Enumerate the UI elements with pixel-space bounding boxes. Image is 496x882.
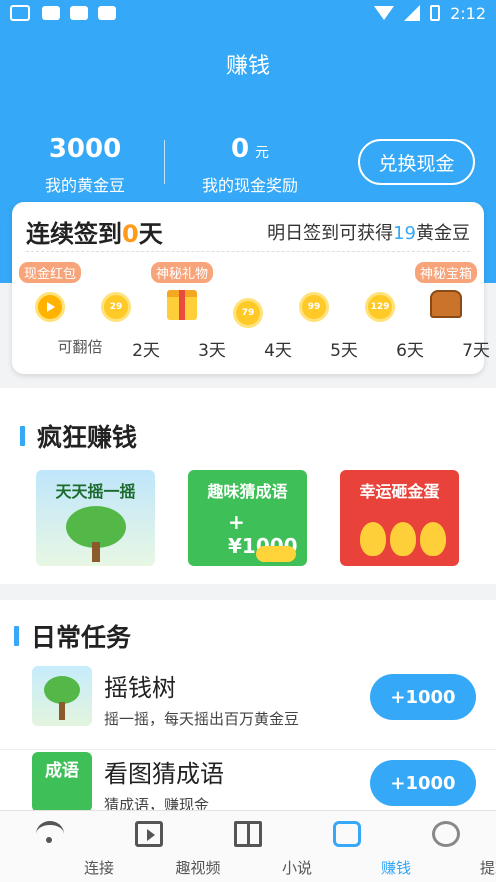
title-accent-bar <box>14 626 19 646</box>
task-description: 摇一摇，每天摇出百万黄金豆 <box>104 710 300 728</box>
nav-videos[interactable]: 趣视频 <box>99 811 221 882</box>
tomorrow-prefix: 明日签到可获得 <box>267 222 394 244</box>
thumbnail-text: 成语 <box>45 761 79 781</box>
notification-icon <box>10 5 30 21</box>
app-notification-icon <box>42 6 60 20</box>
nav-connect[interactable]: 连接 <box>0 811 114 882</box>
game-title: 幸运砸金蛋 <box>359 482 440 501</box>
money-tree-icon <box>44 676 80 704</box>
signin-day-2[interactable]: 29 2天 <box>86 262 160 366</box>
video-icon <box>134 821 163 847</box>
download-notification-icon <box>98 6 116 20</box>
gold-coin-icon: 129 <box>365 292 395 322</box>
signin-day-7[interactable]: 神秘宝箱 7天 <box>414 262 490 366</box>
signin-streak: 连续签到0天 <box>26 214 163 249</box>
gold-coin-icon: 99 <box>299 292 329 322</box>
book-icon <box>233 821 262 847</box>
section-title: 疯狂赚钱 <box>20 418 137 454</box>
streak-days: 0 <box>122 220 139 248</box>
cash-unit: 元 <box>255 145 270 161</box>
page-title: 赚钱 <box>225 54 270 79</box>
section-title-text: 日常任务 <box>31 623 132 652</box>
task-reward-button[interactable]: +1000 <box>370 760 476 806</box>
money-tree-thumbnail <box>32 666 92 726</box>
tomorrow-amount: 19 <box>393 222 416 244</box>
streak-suffix: 天 <box>138 220 163 248</box>
task-name: 摇钱树 <box>104 674 176 702</box>
cash-reward-label: 我的现金奖励 <box>201 176 298 195</box>
crazy-earn-section: 疯狂赚钱 天天摇一摇 趣味猜成语 +¥1000 幸运砸金蛋 <box>0 388 496 584</box>
task-reward-button[interactable]: +1000 <box>370 674 476 720</box>
cash-reward-value: 0 <box>230 134 250 164</box>
nav-earn[interactable]: 赚钱 <box>297 811 411 882</box>
earn-icon <box>332 821 361 847</box>
signin-card: 连续签到0天 明日签到可获得19黄金豆 现金红包 可翻倍 29 2天 神秘礼物 … <box>12 202 490 374</box>
golden-egg-icon <box>420 522 446 556</box>
wifi-icon <box>35 821 64 847</box>
daily-tasks-section: 日常任务 摇钱树 摇一摇，每天摇出百万黄金豆 +1000 成语 看图猜成语 猜成… <box>0 600 496 814</box>
signin-header: 连续签到0天 明日签到可获得19黄金豆 <box>26 212 470 252</box>
coin-stack-icon <box>256 546 296 562</box>
title-accent-bar <box>20 426 25 446</box>
gift-box-icon <box>167 290 197 320</box>
mystery-gift-tag: 神秘礼物 <box>150 262 214 283</box>
signin-day-6[interactable]: 129 6天 <box>350 262 424 366</box>
section-title-text: 疯狂赚钱 <box>37 423 138 452</box>
signin-days: 现金红包 可翻倍 29 2天 神秘礼物 3天 79 4天 99 5天 129 6… <box>18 262 490 366</box>
bottom-nav: 连接 趣视频 小说 赚钱 提现 <box>0 810 496 882</box>
task-name: 看图猜成语 <box>104 760 224 788</box>
day-label: 7天 <box>462 341 490 361</box>
gold-coin-icon: 29 <box>101 292 131 322</box>
stat-divider <box>164 140 165 184</box>
clock: 2:12 <box>450 3 486 23</box>
signin-day-5[interactable]: 99 5天 <box>284 262 358 366</box>
nav-novels[interactable]: 小说 <box>198 811 312 882</box>
wifi-icon <box>374 6 395 20</box>
signin-day-1[interactable]: 现金红包 可翻倍 <box>18 262 103 366</box>
app-notification-icon <box>70 6 88 20</box>
game-title: 趣味猜成语 <box>207 482 288 501</box>
tomorrow-suffix: 黄金豆 <box>416 222 470 244</box>
tree-trunk <box>92 542 100 562</box>
golden-egg-card[interactable]: 幸运砸金蛋 <box>340 470 459 566</box>
shake-game-card[interactable]: 天天摇一摇 <box>36 470 155 566</box>
golden-egg-icon <box>390 522 416 556</box>
gold-bean-label: 我的黄金豆 <box>44 176 125 195</box>
exchange-cash-button[interactable]: 兑换现金 <box>358 139 475 185</box>
gold-bean-stat: 3000 我的黄金豆 <box>30 134 140 196</box>
idiom-game-card[interactable]: 趣味猜成语 +¥1000 <box>188 470 307 566</box>
idiom-thumbnail: 成语 <box>32 752 92 812</box>
mystery-chest-tag: 神秘宝箱 <box>414 262 478 283</box>
golden-egg-icon <box>360 522 386 556</box>
status-bar: 2:12 <box>0 0 496 26</box>
nav-label: 提现 <box>479 859 496 877</box>
tree-trunk <box>59 702 65 720</box>
gold-coin-icon: 79 <box>233 298 263 328</box>
streak-prefix: 连续签到 <box>26 220 122 248</box>
game-title: 天天摇一摇 <box>55 482 136 501</box>
signin-day-4[interactable]: 79 4天 <box>218 262 292 366</box>
section-title: 日常任务 <box>14 618 131 654</box>
cash-reward-stat: 0元 我的现金奖励 <box>190 134 310 196</box>
task-money-tree[interactable]: 摇钱树 摇一摇，每天摇出百万黄金豆 +1000 <box>0 666 496 750</box>
cash-redpacket-tag: 现金红包 <box>18 262 82 283</box>
withdraw-icon <box>431 821 460 847</box>
signal-icon <box>404 5 421 21</box>
nav-withdraw[interactable]: 提现 <box>396 811 496 882</box>
battery-icon <box>430 5 441 21</box>
tomorrow-reward: 明日签到可获得19黄金豆 <box>267 219 470 245</box>
treasure-chest-icon <box>430 290 462 318</box>
gold-bean-value: 3000 <box>48 134 122 164</box>
play-video-icon <box>35 292 65 322</box>
signin-day-3[interactable]: 神秘礼物 3天 <box>150 262 226 366</box>
